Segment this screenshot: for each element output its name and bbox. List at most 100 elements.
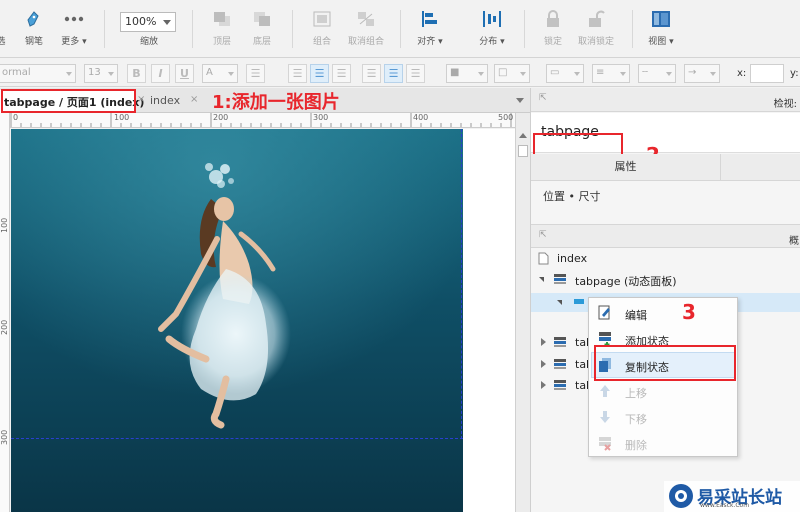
font-size-select[interactable]: 13 [84,64,118,83]
font-color-select[interactable]: A [202,64,238,83]
view-panes-icon [652,11,670,27]
chevron-down-icon [66,72,72,76]
font-style-select[interactable]: ormal [0,64,76,83]
distribute-icon [483,11,501,27]
chevron-down-icon [710,72,716,76]
underline-button[interactable]: U [175,64,194,83]
align-menu-button[interactable]: 对齐 ▾ [410,0,450,58]
chevron-down-icon [666,72,672,76]
y-label: y: [790,68,799,79]
send-back-icon [254,12,270,26]
design-canvas[interactable] [11,129,515,512]
inspector-title: 检视: [773,99,797,110]
ruler-label: 500 [498,113,514,122]
ruler-label: 300 [313,113,329,122]
ungroup-icon [358,12,374,26]
expand-arrow-icon[interactable] [539,277,544,282]
site-watermark: 易采站长站 www.Easck.Com [664,481,800,512]
collapsed-arrow-icon[interactable] [541,360,546,368]
outline-item-tabpage[interactable]: tabpage (动态面板) [575,273,677,289]
ruler-ticks-h [10,113,512,127]
group-button[interactable]: 组合 [304,0,340,58]
view-label: 视图 ▾ [648,37,674,47]
align-label: 对齐 ▾ [417,37,443,47]
chevron-down-icon [574,72,580,76]
chevron-down-icon [478,72,484,76]
collapsed-arrow-icon[interactable] [541,338,546,346]
axure-editor-window: 选 钢笔 更多 ▾ 100% 缩放 顶层 底层 组合 取消组合 对齐 ▾ 分布 … [0,0,800,512]
list-button[interactable]: ☰ [246,64,265,83]
close-icon[interactable]: × [137,94,145,105]
border-color-select[interactable]: ▭ [546,64,584,83]
italic-button[interactable]: I [151,64,170,83]
font-size-value: 13 [88,67,101,78]
x-input[interactable] [750,64,784,83]
ruler-label: 200 [0,319,9,335]
shadow-select[interactable]: □ [494,64,530,83]
outline-header: ⇱ 概 [531,224,800,248]
chevron-down-icon [228,72,234,76]
ungroup-button[interactable]: 取消组合 [344,0,388,58]
arrow-style-select[interactable]: → [684,64,720,83]
fill-color-select[interactable]: ■ [446,64,488,83]
ruler-label: 400 [413,113,429,122]
annotation-box-1 [1,89,136,113]
page-file-icon [538,252,549,265]
chevron-down-icon [520,72,526,76]
tab-properties[interactable]: 属性 [531,154,721,181]
main-toolbar: 选 钢笔 更多 ▾ 100% 缩放 顶层 底层 组合 取消组合 对齐 ▾ 分布 … [0,0,800,58]
canvas-vertical-scrollbar[interactable] [515,113,530,512]
menu-item-move-up[interactable]: 上移 [589,378,737,404]
ruler-label: 100 [0,217,9,233]
ruler-label: 0 [13,113,19,122]
ruler-label: 100 [114,113,130,122]
tab-overflow-chevron-icon[interactable] [516,98,524,103]
underwater-dancer-image[interactable] [11,129,463,512]
view-menu-button[interactable]: 视图 ▾ [642,0,680,58]
menu-item-edit[interactable]: 编辑 [589,300,737,326]
unlock-button[interactable]: 取消锁定 [574,0,618,58]
border-style-select[interactable]: ┄ [638,64,676,83]
scroll-thumb[interactable] [518,145,528,157]
border-width-select[interactable]: ≡ [592,64,630,83]
collapsed-arrow-icon[interactable] [541,381,546,389]
close-icon[interactable]: × [190,94,198,105]
distribute-menu-button[interactable]: 分布 ▾ [472,0,512,58]
bold-button[interactable]: B [127,64,146,83]
ungroup-label: 取消组合 [347,37,384,47]
lock-button[interactable]: 锁定 [536,0,570,58]
outline-item-index[interactable]: index [557,252,587,265]
valign-middle-button[interactable]: ☰ [384,64,403,83]
collapse-arrow-icon[interactable]: ⇱ [539,230,547,240]
more-tools-button[interactable]: 更多 ▾ [56,0,92,58]
expand-arrow-icon[interactable] [557,300,562,305]
send-to-back-button[interactable]: 底层 [244,0,280,58]
border-width-icon: ≡ [596,67,605,78]
scroll-up-arrow-icon[interactable] [519,133,527,138]
valign-top-button[interactable]: ☰ [362,64,381,83]
ruler-label: 300 [0,429,9,445]
align-text-left-button[interactable]: ☰ [288,64,307,83]
valign-bottom-button[interactable]: ☰ [406,64,425,83]
arrow-up-icon [600,385,610,397]
select-tool-button[interactable]: 选 [0,0,12,58]
position-size-section[interactable]: 位置 • 尺寸 [543,188,600,204]
fill-color-icon: ■ [450,67,460,78]
align-text-center-button[interactable]: ☰ [310,64,329,83]
select-tool-label: 选 [0,37,6,47]
arrow-down-icon [600,411,610,423]
collapse-arrow-icon[interactable]: ⇱ [539,93,547,103]
menu-item-delete[interactable]: 删除 [589,430,737,456]
pen-tool-button[interactable]: 钢笔 [20,0,48,58]
bring-front-icon [214,12,230,26]
more-tools-label: 更多 ▾ [61,37,87,47]
arrow-style-icon: → [688,67,697,78]
widget-name-field[interactable]: tabpage 2 [531,113,800,171]
align-text-right-button[interactable]: ☰ [332,64,351,83]
menu-item-move-down[interactable]: 下移 [589,404,737,430]
more-dots-icon [64,16,84,22]
bring-to-front-button[interactable]: 顶层 [204,0,240,58]
toolbar-divider [192,10,193,48]
tab-index[interactable]: index [150,94,180,107]
toolbar-divider [632,10,633,48]
